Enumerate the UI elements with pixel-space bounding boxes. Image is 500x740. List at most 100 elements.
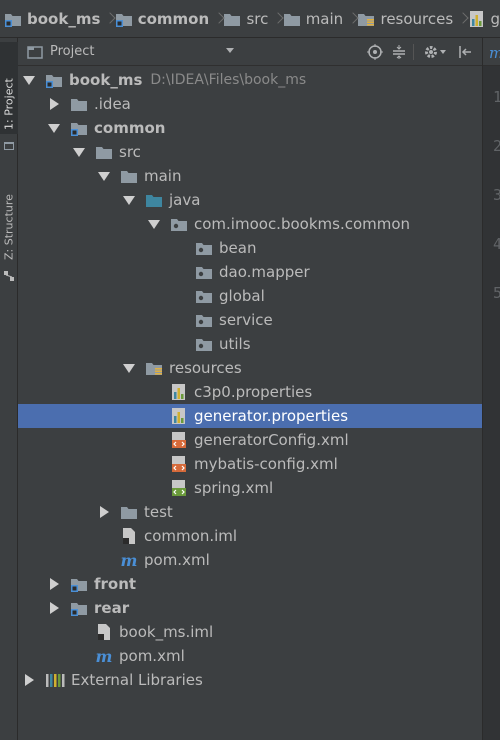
project-tool-tab-label: 1: Project bbox=[2, 78, 16, 130]
tree-node-label: pom.xml bbox=[119, 647, 185, 665]
module-folder-icon bbox=[45, 71, 63, 89]
tree-node[interactable]: book_ms D:\IDEA\Files\book_ms bbox=[18, 68, 482, 92]
breadcrumb-separator-icon bbox=[459, 9, 461, 29]
tree-node-label: bean bbox=[219, 239, 257, 257]
tree-node-label: generatorConfig.xml bbox=[194, 431, 349, 449]
tree-node[interactable]: com.imooc.bookms.common bbox=[18, 212, 482, 236]
tree-node[interactable]: generator.properties bbox=[18, 404, 482, 428]
tree-node[interactable]: java bbox=[18, 188, 482, 212]
tree-node-label: dao.mapper bbox=[219, 263, 310, 281]
tree-node-label: front bbox=[94, 575, 137, 593]
navigation-breadcrumb: book_ms common src main resources g bbox=[0, 0, 500, 38]
tree-node-label: rear bbox=[94, 599, 130, 617]
expand-arrow-right-icon[interactable] bbox=[47, 572, 61, 596]
tree-node[interactable]: bean bbox=[18, 236, 482, 260]
source-folder-icon bbox=[145, 191, 163, 209]
folder-icon bbox=[120, 503, 138, 521]
structure-tool-tab[interactable]: Z: Structure bbox=[0, 154, 18, 264]
folder-icon bbox=[70, 95, 88, 113]
line-number: 2 bbox=[493, 137, 500, 155]
tree-node[interactable]: resources bbox=[18, 356, 482, 380]
folder-icon bbox=[95, 143, 113, 161]
breadcrumb-label: common bbox=[137, 9, 210, 28]
tree-node[interactable]: global bbox=[18, 284, 482, 308]
tree-node-label: global bbox=[219, 287, 265, 305]
spring-xml-file-icon bbox=[170, 479, 188, 497]
properties-file-icon bbox=[170, 407, 188, 425]
tree-node[interactable]: m pom.xml bbox=[18, 548, 482, 572]
tree-node[interactable]: m pom.xml bbox=[18, 644, 482, 668]
hide-icon[interactable] bbox=[456, 43, 474, 61]
settings-icon[interactable] bbox=[422, 43, 440, 61]
breadcrumb-item[interactable]: book_ms bbox=[4, 10, 100, 28]
tree-node[interactable]: generatorConfig.xml bbox=[18, 428, 482, 452]
tree-node[interactable]: utils bbox=[18, 332, 482, 356]
breadcrumb-label: main bbox=[305, 9, 344, 28]
tree-node[interactable]: spring.xml bbox=[18, 476, 482, 500]
project-tool-tab[interactable]: 1: Project bbox=[0, 42, 18, 134]
tree-node-label: main bbox=[144, 167, 182, 185]
tree-node-label: common.iml bbox=[144, 527, 238, 545]
expand-arrow-down-icon[interactable] bbox=[22, 68, 36, 92]
tree-node[interactable]: .idea bbox=[18, 92, 482, 116]
package-icon bbox=[195, 335, 213, 353]
expand-arrow-down-icon[interactable] bbox=[147, 212, 161, 236]
expand-arrow-down-icon[interactable] bbox=[122, 188, 136, 212]
project-view-selector[interactable]: Project bbox=[26, 43, 94, 61]
breadcrumb-item[interactable]: main bbox=[283, 10, 343, 28]
tree-node-label: generator.properties bbox=[194, 407, 349, 425]
breadcrumb-item[interactable]: src bbox=[223, 10, 268, 28]
maven-tab-icon[interactable]: m bbox=[489, 44, 500, 62]
libraries-icon bbox=[45, 671, 65, 689]
tree-node[interactable]: c3p0.properties bbox=[18, 380, 482, 404]
expand-arrow-down-icon[interactable] bbox=[47, 116, 61, 140]
expand-arrow-down-icon[interactable] bbox=[97, 164, 111, 188]
package-icon bbox=[170, 215, 188, 233]
chevron-down-icon[interactable] bbox=[226, 48, 234, 53]
tree-node[interactable]: dao.mapper bbox=[18, 260, 482, 284]
tree-node[interactable]: rear bbox=[18, 596, 482, 620]
module-folder-icon bbox=[70, 599, 88, 617]
breadcrumb-label: g bbox=[490, 9, 500, 28]
line-number: 5 bbox=[493, 284, 500, 302]
properties-file-icon bbox=[468, 10, 486, 28]
tree-node[interactable]: src bbox=[18, 140, 482, 164]
breadcrumb-item[interactable]: common bbox=[115, 10, 209, 28]
tree-node[interactable]: book_ms.iml bbox=[18, 620, 482, 644]
module-folder-icon bbox=[4, 10, 22, 28]
collapse-icon[interactable] bbox=[390, 43, 408, 61]
tree-node-label: book_ms.iml bbox=[119, 623, 214, 641]
tree-node[interactable]: External Libraries bbox=[18, 668, 482, 692]
breadcrumb-item[interactable]: g bbox=[468, 10, 500, 28]
module-folder-icon bbox=[115, 10, 133, 28]
expand-arrow-right-icon[interactable] bbox=[47, 92, 61, 116]
tree-node-label: book_ms bbox=[69, 71, 143, 89]
tree-node-label: spring.xml bbox=[194, 479, 274, 497]
tree-node[interactable]: common.iml bbox=[18, 524, 482, 548]
breadcrumb-separator-icon bbox=[106, 9, 108, 29]
tree-node[interactable]: common bbox=[18, 116, 482, 140]
project-tree: book_ms D:\IDEA\Files\book_ms .idea common s… bbox=[18, 66, 482, 740]
breadcrumb-item[interactable]: resources bbox=[357, 10, 453, 28]
project-tab-icon bbox=[4, 136, 14, 150]
expand-arrow-right-icon[interactable] bbox=[47, 596, 61, 620]
expand-arrow-down-icon[interactable] bbox=[122, 356, 136, 380]
line-number: 3 bbox=[493, 186, 500, 204]
expand-arrow-right-icon[interactable] bbox=[22, 668, 36, 692]
tree-node[interactable]: front bbox=[18, 572, 482, 596]
tree-node[interactable]: mybatis-config.xml bbox=[18, 452, 482, 476]
project-path: D:\IDEA\Files\book_ms bbox=[150, 72, 307, 88]
tree-node[interactable]: service bbox=[18, 308, 482, 332]
breadcrumb-label: src bbox=[246, 9, 269, 28]
expand-arrow-right-icon[interactable] bbox=[97, 500, 111, 524]
settings-dropdown-icon[interactable] bbox=[440, 50, 446, 54]
locate-icon[interactable] bbox=[366, 43, 384, 61]
tree-node[interactable]: test bbox=[18, 500, 482, 524]
expand-arrow-down-icon[interactable] bbox=[72, 140, 86, 164]
tree-node[interactable]: main bbox=[18, 164, 482, 188]
